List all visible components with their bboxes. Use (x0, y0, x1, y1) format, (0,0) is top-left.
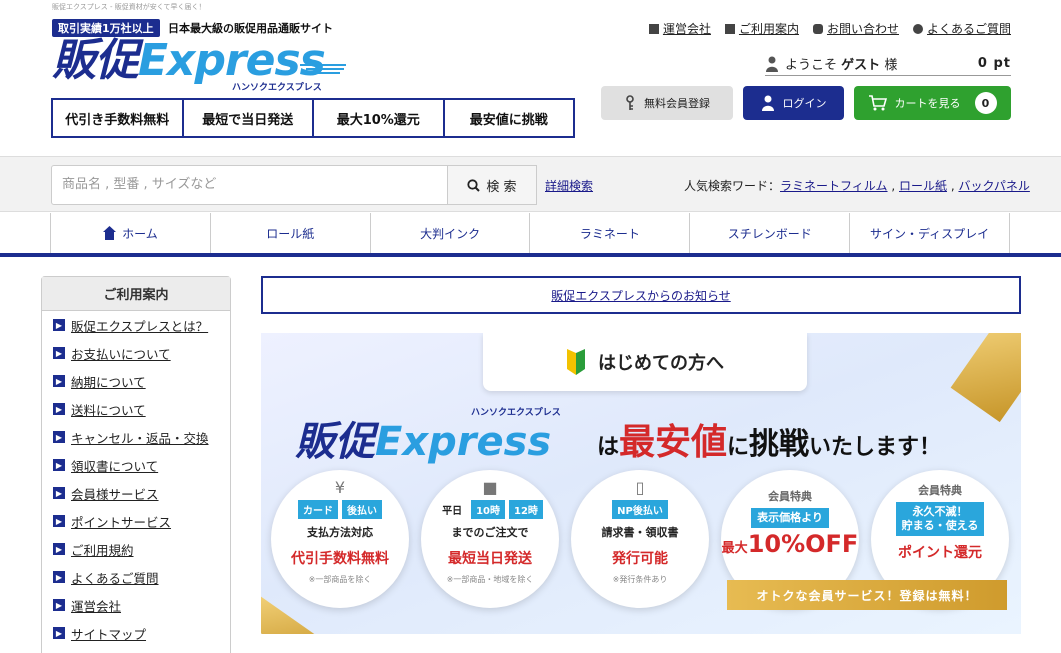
advanced-search-link[interactable]: 詳細検索 (545, 177, 593, 194)
logo-kana: ハンソクエクスプレス (232, 83, 322, 93)
arrow-icon: ▶ (53, 571, 65, 583)
logo-kanji: 販促 (52, 35, 139, 86)
nav-item-large-ink[interactable]: 大判インク (371, 213, 531, 253)
building-icon (648, 23, 659, 34)
user-icon (761, 95, 774, 111)
banner-kana: ハンソクエクスプレス (471, 408, 561, 418)
yen-icon: ¥ (334, 478, 346, 497)
nav-item-styrene-board[interactable]: スチレンボード (690, 213, 851, 253)
login-button[interactable]: ログイン (743, 86, 844, 120)
logo-swoosh-icon (300, 64, 346, 74)
feature-item: 最大10%還元 (314, 100, 445, 136)
sidebar-item-faq[interactable]: ▶ よくあるご質問 (42, 563, 230, 591)
feature-item: 最安値に挑戦 (469, 112, 548, 128)
sidebar-item-cancel[interactable]: ▶ キャンセル・返品・交換 (42, 423, 230, 451)
key-icon (626, 95, 634, 110)
hero-banner[interactable]: はじめての方へ 販促Express ハンソクエクスプレス は最安値に挑戦いたしま… (261, 333, 1021, 634)
arrow-icon: ▶ (53, 543, 65, 555)
tagline: 販促エクスプレス - 販促資材が安くて早く届く！ (52, 3, 206, 11)
sidebar-item-shipping[interactable]: ▶ 送料について (42, 395, 230, 423)
notice-link[interactable]: 販促エクスプレスからのお知らせ (551, 287, 730, 304)
arrow-icon: ▶ (53, 319, 65, 331)
arrow-icon: ▶ (53, 515, 65, 527)
welcome-text: ようこそ (785, 58, 838, 73)
search-button[interactable]: 検 索 (447, 165, 537, 205)
user-icon (766, 56, 778, 72)
banner-tagline: は最安値に挑戦いたします！ (597, 422, 942, 463)
feature-bar: 代引き手数料無料 最短で当日発送 最大10%還元 最安値に挑戦 (51, 98, 575, 138)
member-cta-bar[interactable]: オトクな会員サービス！登録は無料！ (727, 580, 1007, 610)
popular-search: 人気検索ワード：ラミネートフィルム , ロール紙 , バックパネル (684, 179, 1030, 193)
sidebar-item-points[interactable]: ▶ ポイントサービス (42, 507, 230, 535)
nav-underline (0, 253, 1061, 257)
top-links: 運営会社 ご利用案内 お問い合わせ よくあるご質問 (648, 20, 1011, 37)
sidebar-item-terms[interactable]: ▶ ご利用規約 (42, 535, 230, 563)
sidebar: ご利用案内 ▶ 販促エクスプレスとは？ ▶ お支払いについて ▶ 納期について ▶ 送料… (41, 276, 231, 653)
search-input[interactable]: 商品名 , 型番 , サイズなど (51, 165, 448, 205)
document-icon: ▯ (635, 478, 645, 497)
popular-label: 人気検索ワード： (684, 179, 781, 193)
feature-circle-invoice: ▯ NP後払い 請求書・領収書 発行可能 ※発行条件あり (571, 470, 709, 608)
site-logo[interactable]: 販促Express (52, 35, 326, 86)
arrow-icon: ▶ (53, 431, 65, 443)
truck-icon: ■ (482, 478, 498, 497)
top-link-company[interactable]: 運営会社 (648, 20, 711, 37)
arrow-icon: ▶ (53, 347, 65, 359)
welcome-bar: ようこそ ゲスト 様 0 pt (765, 52, 1011, 76)
feature-circle-shipping: ■ 平日 10時 12時 までのご注文で 最短当日発送 ※一部商品・地域を除く (421, 470, 559, 608)
top-link-contact[interactable]: お問い合わせ (812, 20, 899, 37)
logo-subtitle: 日本最大級の販促用品通販サイト (168, 22, 333, 35)
first-time-tab[interactable]: はじめての方へ (483, 333, 807, 391)
sidebar-item-company[interactable]: ▶ 運営会社 (42, 591, 230, 619)
home-icon (103, 226, 117, 240)
nav-item-sign-display[interactable]: サイン・ディスプレイ (850, 213, 1010, 253)
feature-circle-payment: ¥ カード 後払い 支払方法対応 代引手数料無料 ※一部商品を除く (271, 470, 409, 608)
popular-keyword[interactable]: バックパネル (958, 179, 1029, 193)
main-nav: ホーム ロール紙 大判インク ラミネート スチレンボード サイン・ディスプレイ (50, 213, 1010, 253)
top-link-faq[interactable]: よくあるご質問 (912, 20, 1011, 37)
feature-item: 代引き手数料無料 (53, 100, 184, 136)
sidebar-item-sitemap[interactable]: ▶ サイトマップ (42, 619, 230, 647)
top-link-guide[interactable]: ご利用案内 (724, 20, 799, 37)
sidebar-title: ご利用案内 (42, 277, 230, 311)
sidebar-item-member[interactable]: ▶ 会員様サービス (42, 479, 230, 507)
cart-count-badge: 0 (974, 92, 997, 114)
beginner-mark-icon (567, 349, 585, 375)
logo-express: Express (138, 35, 326, 86)
arrow-icon: ▶ (53, 459, 65, 471)
sidebar-item-about[interactable]: ▶ 販促エクスプレスとは？ (42, 311, 230, 339)
search-icon (467, 178, 481, 192)
arrow-icon: ▶ (53, 599, 65, 611)
sidebar-item-payment[interactable]: ▶ お支払いについて (42, 339, 230, 367)
register-button[interactable]: 無料会員登録 (601, 86, 733, 120)
sidebar-item-delivery[interactable]: ▶ 納期について (42, 367, 230, 395)
arrow-icon: ▶ (53, 627, 65, 639)
gold-ribbon (950, 333, 1021, 423)
nav-item-laminate[interactable]: ラミネート (530, 213, 691, 253)
arrow-icon: ▶ (53, 375, 65, 387)
book-icon (724, 23, 735, 34)
arrow-icon: ▶ (53, 403, 65, 415)
points-value: 0 pt (977, 56, 1011, 71)
sidebar-item-receipt[interactable]: ▶ 領収書について (42, 451, 230, 479)
notice-box: 販促エクスプレスからのお知らせ (261, 276, 1021, 314)
honorific: 様 (884, 58, 898, 73)
nav-item-roll-paper[interactable]: ロール紙 (211, 213, 371, 253)
nav-item-home[interactable]: ホーム (51, 213, 211, 253)
arrow-icon: ▶ (53, 487, 65, 499)
guest-name: ゲスト (841, 58, 881, 73)
popular-keyword[interactable]: ラミネートフィルム (780, 179, 888, 193)
cart-icon (868, 95, 887, 111)
feature-item: 最短で当日発送 (184, 100, 314, 136)
popular-keyword[interactable]: ロール紙 (899, 179, 947, 193)
cart-button[interactable]: カートを見る 0 (854, 86, 1011, 120)
chat-icon (912, 23, 923, 34)
phone-icon (812, 23, 823, 34)
